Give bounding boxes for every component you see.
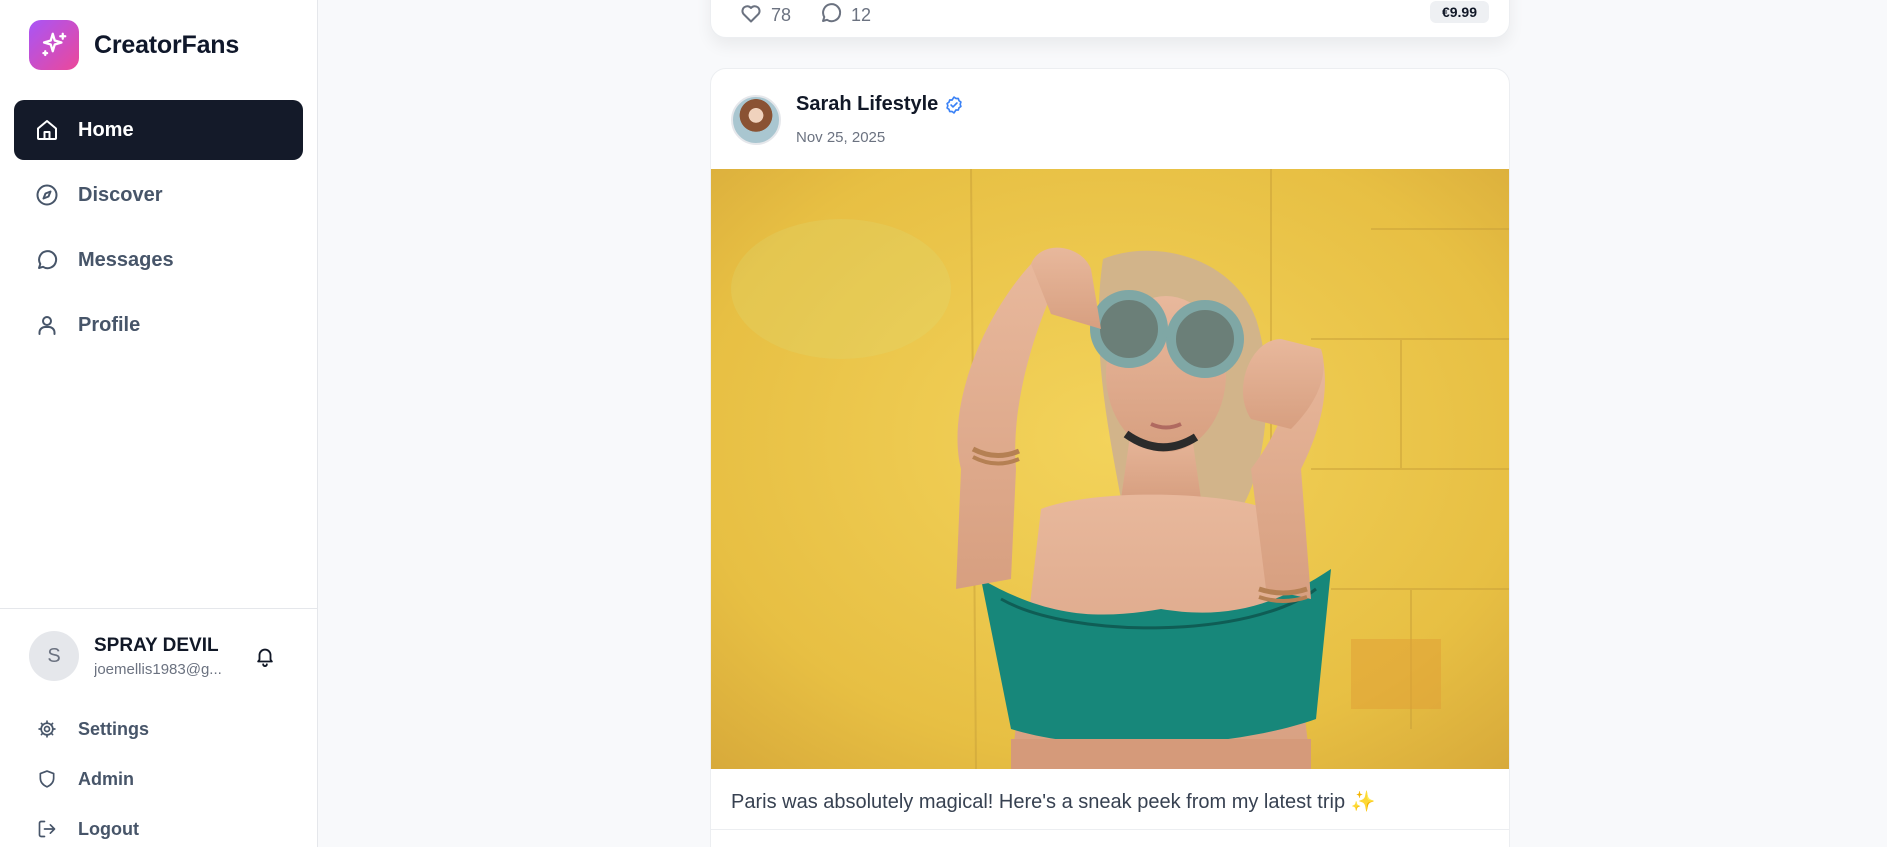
comment-icon [819, 1, 843, 30]
previous-post-actions: 78 12 [731, 1, 891, 30]
settings-link[interactable]: Settings [36, 704, 286, 754]
nav-item-profile[interactable]: Profile [14, 295, 303, 355]
nav-item-discover[interactable]: Discover [14, 165, 303, 225]
post-image[interactable] [711, 169, 1509, 769]
price-badge: €9.99 [1429, 1, 1489, 23]
user-name: SPRAY DEVIL [94, 634, 219, 656]
avatar: S [29, 631, 79, 681]
shield-icon [36, 768, 58, 790]
post-caption: Paris was absolutely magical! Here's a s… [731, 791, 1376, 813]
admin-link[interactable]: Admin [36, 754, 286, 804]
brand[interactable]: CreatorFans [29, 20, 239, 70]
sparkles-icon [29, 20, 79, 70]
like-count: 78 [771, 5, 792, 25]
user-meta: SPRAY DEVIL joemellis1983@g... [94, 635, 229, 678]
logout-icon [36, 818, 58, 840]
message-circle-icon [34, 247, 60, 273]
gear-icon [36, 718, 58, 740]
user-email: joemellis1983@g... [94, 660, 222, 678]
sidebar-footer: S SPRAY DEVIL joemellis1983@g... Setting… [0, 608, 318, 839]
author-line: Sarah Lifestyle [796, 93, 964, 116]
nav-label-discover: Discover [78, 183, 163, 206]
main-nav: Home Discover Messages Profile [14, 100, 303, 360]
heart-icon [739, 1, 763, 30]
verified-icon [944, 95, 964, 115]
previous-post-card: 78 12 €9.99 [710, 0, 1510, 38]
nav-label-messages: Messages [78, 248, 174, 271]
current-user[interactable]: S SPRAY DEVIL joemellis1983@g... [29, 630, 289, 682]
nav-item-home[interactable]: Home [14, 100, 303, 160]
admin-label: Admin [78, 768, 134, 789]
compass-icon [34, 182, 60, 208]
brand-name: CreatorFans [94, 30, 240, 59]
nav-item-messages[interactable]: Messages [14, 230, 303, 290]
home-icon [34, 117, 60, 143]
bell-icon[interactable] [254, 645, 278, 669]
author-avatar[interactable] [731, 95, 781, 145]
post-date: Nov 25, 2025 [796, 129, 886, 146]
logout-link[interactable]: Logout [36, 804, 286, 847]
footer-links: Settings Admin Logout [36, 704, 286, 847]
post-header: Sarah Lifestyle Nov 25, 2025 [711, 69, 1509, 169]
divider [711, 829, 1509, 830]
post-card: Sarah Lifestyle Nov 25, 2025 Paris was a… [710, 68, 1510, 847]
nav-label-home: Home [78, 118, 134, 141]
logout-label: Logout [78, 818, 139, 839]
comment-count: 12 [851, 5, 872, 25]
like-button[interactable]: 78 [731, 1, 791, 30]
user-icon [34, 312, 60, 338]
comment-button[interactable]: 12 [811, 1, 871, 30]
settings-label: Settings [78, 718, 150, 739]
author-name[interactable]: Sarah Lifestyle [796, 93, 938, 116]
sidebar: CreatorFans Home Discover Messages Profi… [0, 0, 318, 847]
nav-label-profile: Profile [78, 313, 141, 336]
post-photo-illustration [711, 169, 1509, 769]
